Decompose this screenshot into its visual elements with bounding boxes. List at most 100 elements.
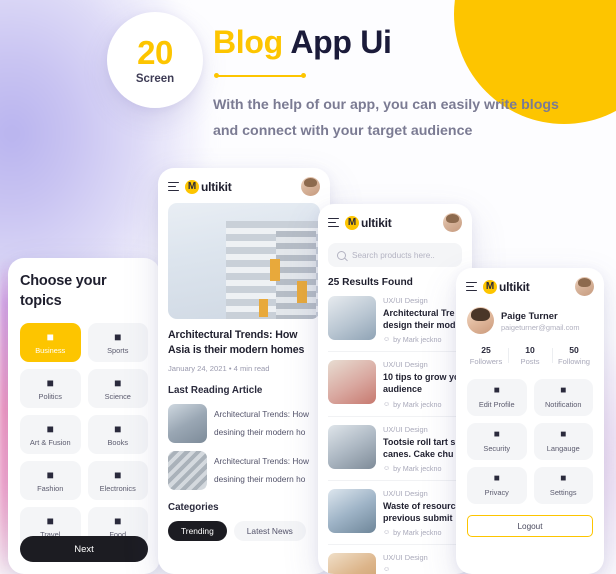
person-icon: ☺: [383, 464, 391, 472]
result-category: UX/UI Design: [383, 296, 428, 305]
result-author-row: ☺ by Mark jeckno: [383, 400, 462, 409]
result-body: UX/UI Design Architectural Tre design th…: [383, 296, 462, 344]
stat-number: 25: [481, 345, 491, 355]
topic-label: Science: [104, 391, 131, 401]
screen-count-label: Screen: [135, 72, 175, 85]
meta-separator: •: [228, 363, 232, 373]
last-reading-body: Architectural Trends: How desining their…: [214, 451, 320, 487]
choose-topics-title: Choose your topics: [20, 273, 107, 309]
next-button[interactable]: Next: [20, 536, 148, 562]
nodes-icon: ■: [46, 421, 54, 436]
profile-avatar[interactable]: [467, 307, 494, 334]
person-icon: ■: [493, 385, 500, 396]
topic-label: Electronics: [99, 483, 136, 493]
result-title: 10 tips to grow yo audience: [383, 372, 460, 395]
brand-logo: M ultikit: [483, 279, 530, 294]
result-thumbnail: [328, 488, 376, 533]
result-category: UX/UI Design: [383, 360, 428, 370]
topic-fashion[interactable]: ■ Fashion: [20, 461, 81, 501]
topic-label: Sports: [107, 345, 129, 355]
search-input[interactable]: Search products here..: [328, 243, 462, 267]
bag-icon: ■: [46, 467, 54, 482]
article-thumbnail: [168, 450, 207, 490]
profile-tile-langauge[interactable]: ■ Langauge: [533, 423, 593, 460]
avatar[interactable]: [301, 177, 320, 196]
menu-icon[interactable]: [168, 181, 179, 192]
screen-search-results: M ultikit Search products here.. 25 Resu…: [318, 204, 472, 574]
tile-label: Edit Profile: [478, 400, 515, 409]
result-thumbnail: [328, 360, 376, 405]
tools-icon: ■: [560, 473, 567, 484]
person-icon: ☺: [383, 400, 391, 408]
last-reading-item[interactable]: Architectural Trends: How desining their…: [168, 450, 320, 490]
search-results-list: UX/UI Design Architectural Tre design th…: [318, 296, 472, 574]
tile-label: Privacy: [484, 488, 509, 497]
padlock-icon: ■: [493, 473, 500, 484]
topic-electronics[interactable]: ■ Electronics: [87, 461, 148, 501]
topic-politics[interactable]: ■ Politics: [20, 369, 81, 409]
last-reading-text: Architectural Trends: How desining their…: [214, 455, 309, 484]
profile-action-tiles: ■ Edit Profile ■ Notification ■ Security…: [467, 379, 593, 504]
topic-books[interactable]: ■ Books: [87, 415, 148, 455]
category-pill-trending[interactable]: Trending: [168, 520, 227, 541]
screen-count-badge: 20 Screen: [107, 12, 203, 108]
avatar[interactable]: [443, 213, 462, 232]
search-result-row[interactable]: UX/UI Design ☺: [328, 553, 462, 574]
profile-stat-following: 50 Following: [552, 345, 596, 366]
facade-accent-panel: [270, 259, 280, 281]
headphones-icon: ■: [114, 467, 122, 482]
poster-canvas: 20 Screen Blog App Ui With the help of o…: [0, 0, 616, 574]
profile-stats: 25 Followers 10 Posts 50 Following: [464, 345, 596, 366]
profile-tile-privacy[interactable]: ■ Privacy: [467, 467, 527, 504]
search-result-row[interactable]: UX/UI Design Architectural Tre design th…: [328, 296, 462, 353]
profile-tile-settings[interactable]: ■ Settings: [533, 467, 593, 504]
menu-icon[interactable]: [328, 217, 339, 228]
topic-art-fusion[interactable]: ■ Art & Fusion: [20, 415, 81, 455]
result-author-row: ☺: [383, 566, 428, 573]
last-reading-list: Architectural Trends: How desining their…: [158, 403, 330, 490]
topic-label: Fashion: [37, 483, 64, 493]
result-category: UX/UI Design: [383, 553, 428, 563]
topics-grid: ■ Business ■ Sports ■ Politics ■ Science…: [20, 323, 148, 547]
facade-accent-panel: [297, 281, 307, 303]
lock-icon: ■: [493, 429, 500, 440]
profile-tile-edit-profile[interactable]: ■ Edit Profile: [467, 379, 527, 416]
category-pill-latest-news[interactable]: Latest News: [233, 520, 306, 541]
result-category: UX/UI Design: [383, 488, 428, 498]
search-result-row[interactable]: UX/UI Design Tootsie roll tart s canes. …: [328, 424, 462, 481]
category-pill-group: Trending Latest News: [168, 520, 320, 541]
rule-dot-right: [301, 73, 306, 78]
last-reading-text: Architectural Trends: How desining their…: [214, 408, 309, 437]
page-title-rest: App Ui: [290, 24, 392, 60]
featured-date: January 24, 2021: [168, 363, 227, 373]
tile-label: Settings: [549, 488, 577, 497]
results-count: 25 Results Found: [328, 277, 413, 288]
result-title: Waste of resourc previous submit: [383, 500, 456, 523]
search-result-row[interactable]: UX/UI Design 10 tips to grow yo audience…: [328, 360, 462, 417]
topic-science[interactable]: ■ Science: [87, 369, 148, 409]
brand-mark-icon: M: [483, 279, 497, 294]
search-appbar: M ultikit: [318, 204, 472, 239]
profile-tile-security[interactable]: ■ Security: [467, 423, 527, 460]
briefcase-icon: ■: [46, 329, 54, 344]
page-title-highlight: Blog: [213, 24, 283, 60]
tile-label: Langauge: [546, 444, 580, 453]
topic-business[interactable]: ■ Business: [20, 323, 81, 363]
brand-logo: M ultikit: [185, 179, 232, 194]
menu-icon[interactable]: [466, 281, 477, 292]
brand-mark-icon: M: [185, 179, 199, 194]
last-reading-item[interactable]: Architectural Trends: How desining their…: [168, 403, 320, 443]
avatar[interactable]: [575, 277, 594, 296]
profile-tile-notification[interactable]: ■ Notification: [533, 379, 593, 416]
result-body: UX/UI Design 10 tips to grow yo audience…: [383, 360, 462, 408]
profile-identity: Paige Turner paigeturner@gmail.com: [501, 310, 580, 332]
featured-article-meta: January 24, 2021 • 4 min read: [168, 364, 320, 373]
search-icon: [337, 250, 346, 260]
topic-sports[interactable]: ■ Sports: [87, 323, 148, 363]
profile-name: Paige Turner: [501, 309, 558, 321]
tile-label: Security: [483, 444, 511, 453]
logout-button[interactable]: Logout: [467, 515, 593, 537]
featured-article-title[interactable]: Architectural Trends: How Asia is their …: [168, 328, 320, 358]
person-icon: ☺: [383, 566, 391, 574]
search-result-row[interactable]: UX/UI Design Waste of resourc previous s…: [328, 488, 462, 546]
